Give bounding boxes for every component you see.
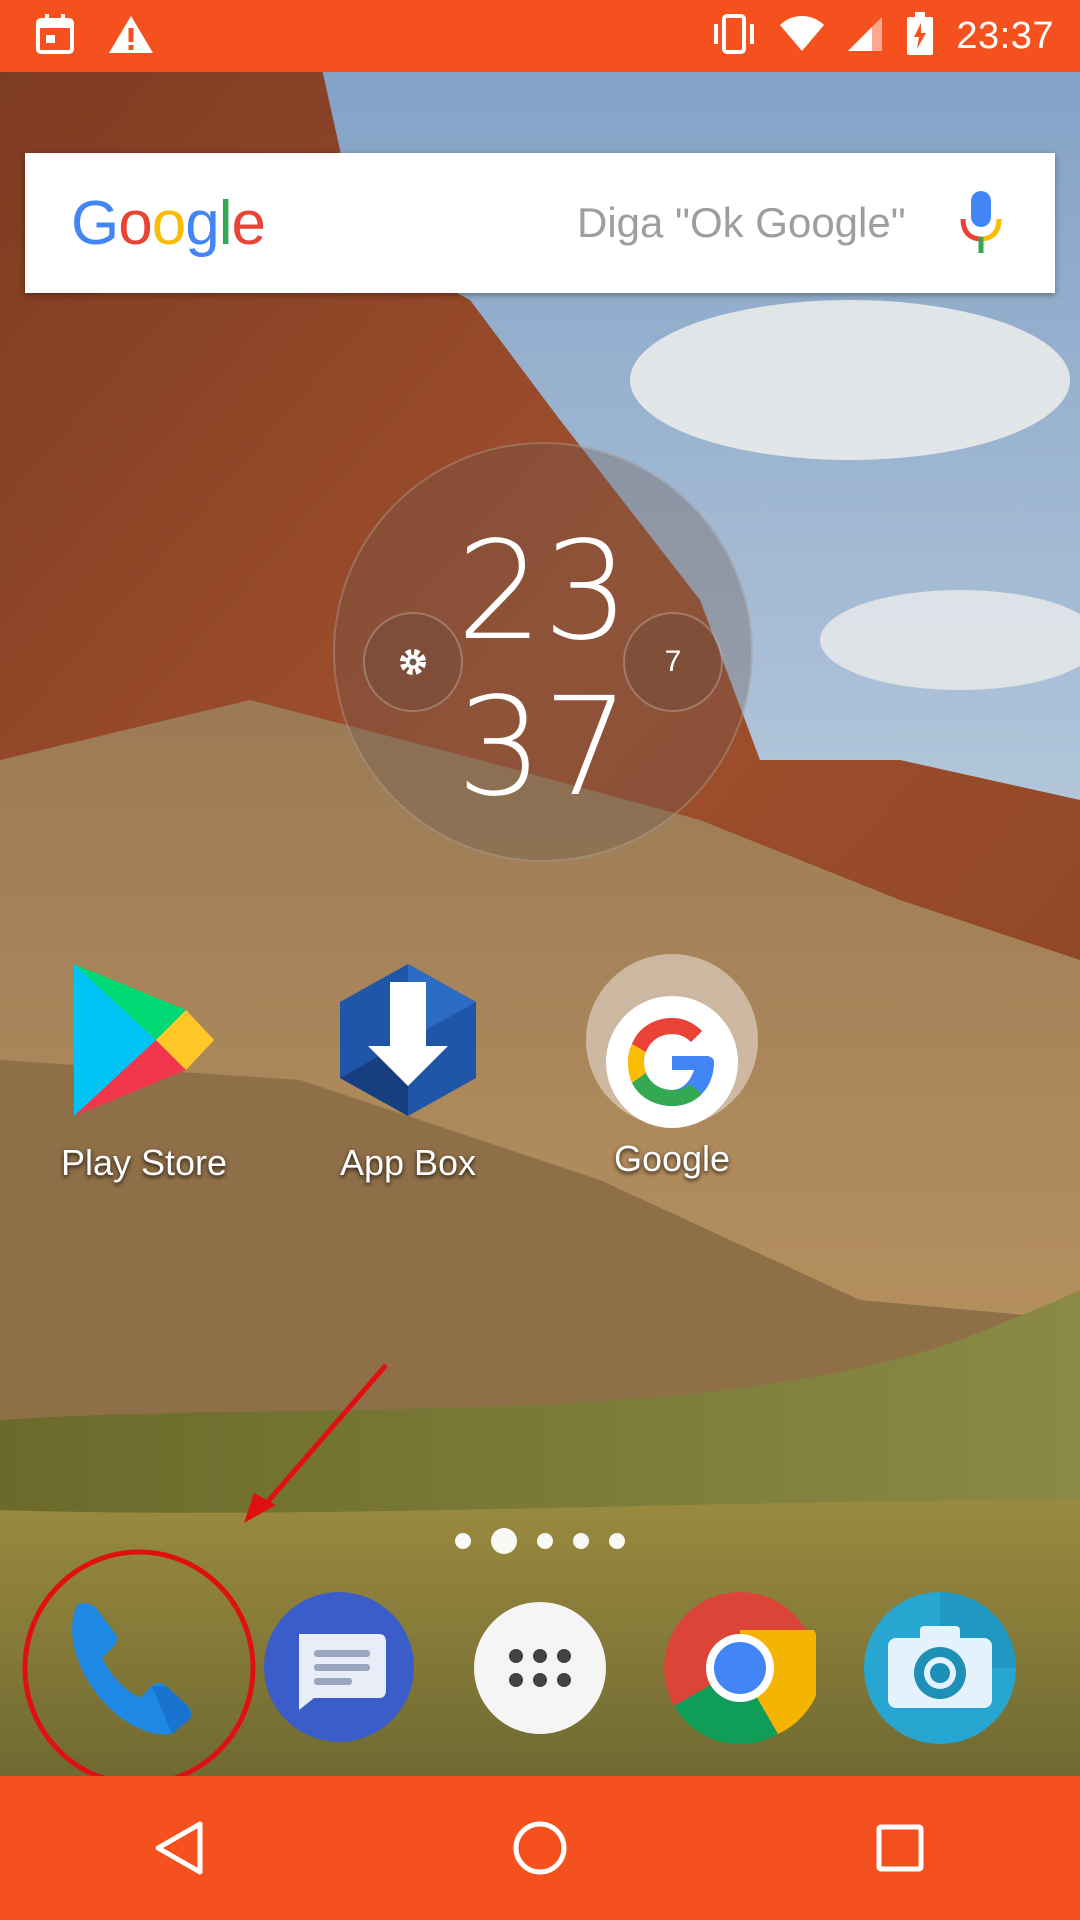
dock-app-drawer[interactable] <box>472 1600 608 1736</box>
app-box-icon <box>328 960 488 1120</box>
google-search-bar[interactable]: Google Diga "Ok Google" <box>25 153 1055 293</box>
signal-icon <box>846 15 884 58</box>
page-dot <box>537 1533 553 1549</box>
annotation-arrow <box>244 1363 388 1523</box>
dock-messages[interactable] <box>264 1592 414 1742</box>
app-label: Play Store <box>60 1142 228 1183</box>
page-dot <box>573 1533 589 1549</box>
page-dot <box>609 1533 625 1549</box>
battery-charging-icon <box>906 11 934 61</box>
app-drawer-icon <box>472 1602 608 1740</box>
app-label: App Box <box>339 1142 477 1183</box>
warning-icon <box>108 14 154 59</box>
gear-icon[interactable] <box>363 612 463 712</box>
app-label: Google <box>613 1138 731 1179</box>
app-play-store[interactable]: Play Store <box>44 960 244 1184</box>
back-icon[interactable] <box>120 1788 240 1908</box>
app-google-folder[interactable]: Google <box>572 954 772 1180</box>
recents-icon[interactable] <box>840 1788 960 1908</box>
weather-value[interactable]: 7 <box>623 612 723 712</box>
wifi-icon <box>780 15 825 58</box>
dock-chrome[interactable] <box>664 1592 823 1745</box>
status-time: 23:37 <box>956 14 1054 57</box>
play-store-icon <box>64 960 224 1120</box>
status-bar: 23:37 <box>0 0 1080 72</box>
messages-icon <box>264 1592 414 1746</box>
calendar-icon <box>36 13 74 59</box>
search-hint: Diga "Ok Google" <box>577 199 906 246</box>
annotation-circle <box>22 1549 256 1787</box>
page-indicator <box>455 1528 625 1554</box>
chrome-icon <box>664 1592 823 1748</box>
dock-camera[interactable] <box>864 1592 1016 1744</box>
google-logo: Google <box>71 188 266 258</box>
google-folder-icon <box>586 954 758 1128</box>
app-app-box[interactable]: App Box <box>308 960 508 1184</box>
home-icon[interactable] <box>480 1788 600 1908</box>
mic-icon[interactable] <box>959 191 1003 260</box>
page-dot <box>455 1533 471 1549</box>
camera-icon <box>864 1592 1016 1748</box>
page-dot-active <box>491 1528 517 1554</box>
navigation-bar <box>0 1776 1080 1920</box>
vibrate-icon <box>710 13 758 59</box>
clock-widget[interactable]: 23 37 7 <box>333 442 753 862</box>
